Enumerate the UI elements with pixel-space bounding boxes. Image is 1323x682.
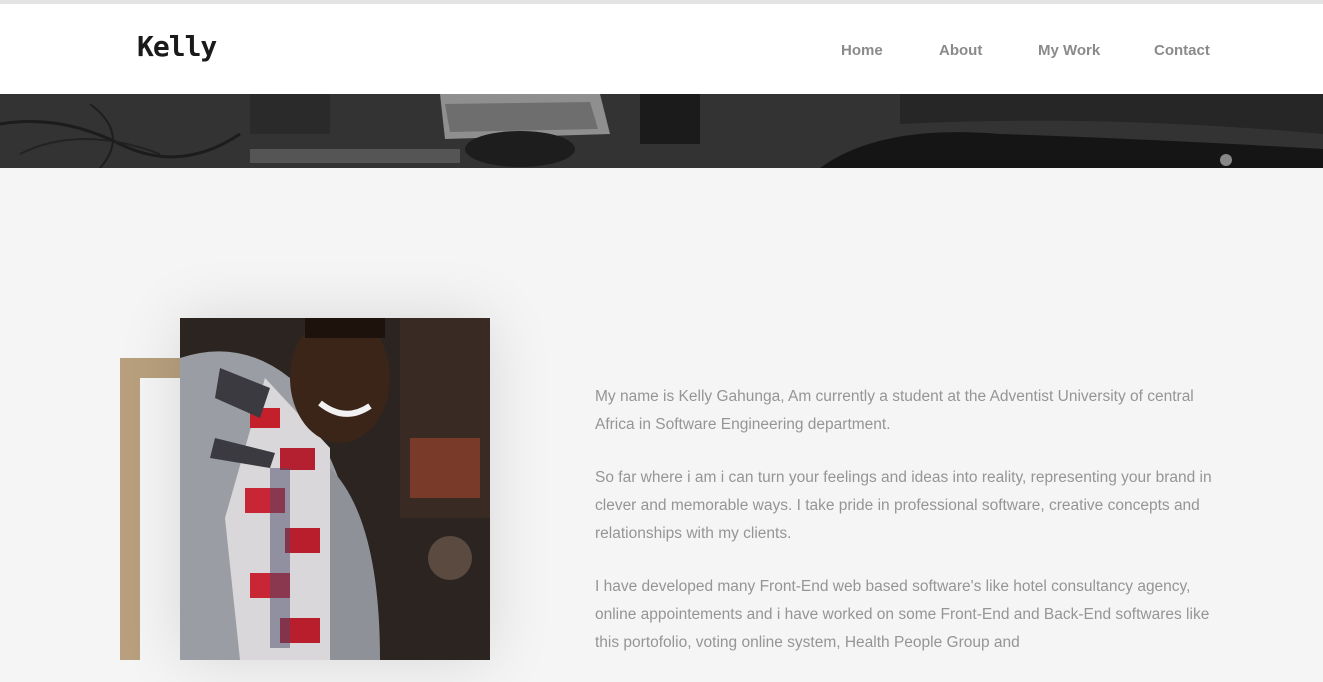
nav-my-work[interactable]: My Work bbox=[1038, 42, 1100, 59]
nav-home[interactable]: Home bbox=[841, 42, 883, 59]
hero-banner-image bbox=[0, 94, 1323, 168]
about-paragraph-3: I have developed many Front-End web base… bbox=[595, 578, 1210, 651]
accent-frame-left bbox=[120, 358, 140, 660]
navbar: Kelly Home About My Work Contact bbox=[0, 4, 1323, 94]
profile-photo bbox=[180, 318, 490, 660]
about-text: My name is Kelly Gahunga, Am currently a… bbox=[595, 383, 1225, 682]
about-paragraph-1: My name is Kelly Gahunga, Am currently a… bbox=[595, 388, 1194, 433]
accent-frame-top bbox=[120, 358, 180, 378]
nav-about[interactable]: About bbox=[939, 42, 982, 59]
site-logo[interactable]: Kelly bbox=[137, 30, 217, 63]
nav-contact[interactable]: Contact bbox=[1154, 42, 1210, 59]
about-paragraph-2: So far where i am i can turn your feelin… bbox=[595, 469, 1212, 542]
